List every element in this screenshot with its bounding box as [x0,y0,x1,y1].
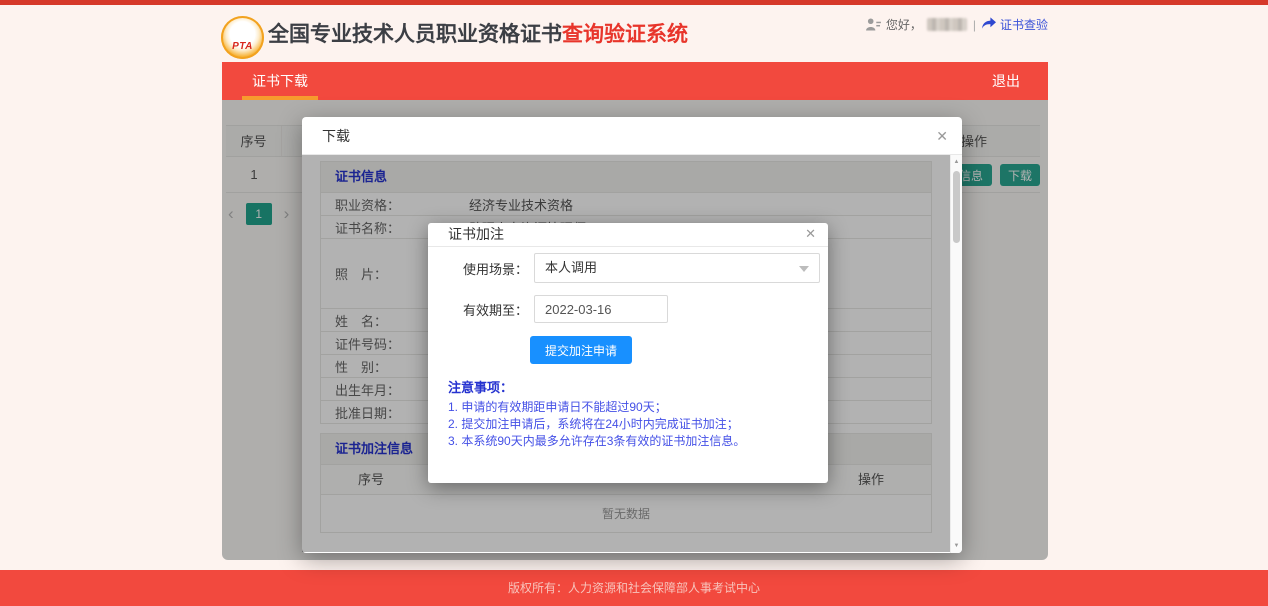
download-modal-body: 证书信息 职业资格： 经济专业技术资格 证书名称： 助理人力资源管理师 照 片：… [302,155,962,552]
scene-label: 使用场景： [440,259,528,278]
page-title-main: 全国专业技术人员职业资格证书 [268,23,562,46]
download-modal: 下载 ✕ 证书信息 职业资格： 经济专业技术资格 证书名称： 助理人力资源管理师… [302,117,962,553]
scene-row: 使用场景： 本人调用 [428,253,828,283]
user-icon [866,18,881,31]
scene-select[interactable]: 本人调用 [534,253,820,283]
close-icon[interactable]: ✕ [805,223,816,245]
site-header: PTA 全国专业技术人员职业资格证书查询验证系统 您好， | 证书查验 [0,5,1268,62]
forward-arrow-icon [982,17,996,32]
scroll-up-icon[interactable]: ▲ [951,159,962,165]
scene-select-value: 本人调用 [545,260,597,275]
note-line: 3. 本系统90天内最多允许存在3条有效的证书加注信息。 [448,433,828,450]
greeting-text: 您好， [886,16,922,33]
cert-verify-label: 证书查验 [1000,16,1048,33]
annotation-modal-title: 证书加注 [448,226,504,242]
close-icon[interactable]: ✕ [936,117,948,155]
separator: | [973,18,976,32]
note-line: 1. 申请的有效期距申请日不能超过90天； [448,399,828,416]
scrollbar-thumb[interactable] [953,171,960,243]
logout-button[interactable]: 退出 [992,62,1020,100]
annotation-modal-header: 证书加注 ✕ [428,223,828,247]
user-area: 您好， | 证书查验 [866,16,1048,33]
download-modal-header: 下载 ✕ [302,117,962,155]
tab-cert-download-label: 证书下载 [252,73,308,89]
pta-logo-text: PTA [221,41,264,52]
navbar: 证书下载 退出 [222,62,1048,100]
page-title: 全国专业技术人员职业资格证书查询验证系统 [268,5,688,62]
pta-logo: PTA [221,16,264,59]
masked-username [927,18,967,31]
site-footer: 版权所有：人力资源和社会保障部人事考试中心 [0,570,1268,606]
scroll-down-icon[interactable]: ▼ [951,543,962,549]
modal-scrollbar[interactable]: ▲ ▼ [950,155,962,553]
note-line: 2. 提交加注申请后，系统将在24小时内完成证书加注； [448,416,828,433]
chevron-down-icon [799,266,809,272]
tab-cert-download[interactable]: 证书下载 [238,62,322,100]
copyright-text: 版权所有：人力资源和社会保障部人事考试中心 [508,581,760,595]
download-modal-title: 下载 [322,128,350,144]
cert-verify-link[interactable]: 证书查验 [982,16,1048,33]
expiry-date-input[interactable] [534,295,668,323]
submit-annotation-button[interactable]: 提交加注申请 [530,336,632,364]
expiry-row: 有效期至： [428,295,828,323]
page-title-suffix: 查询验证系统 [562,23,688,46]
expiry-label: 有效期至： [440,300,528,319]
annotation-modal: 证书加注 ✕ 使用场景： 本人调用 有效期至： 提交加注申请 注意事项： 1. … [428,223,828,483]
content-container: 序号 操作 1 证书信息 下载 ‹ 1 › 下载 ✕ 证书信息 职业资格： 经济 [222,100,1048,560]
notes-title: 注意事项： [448,377,828,396]
